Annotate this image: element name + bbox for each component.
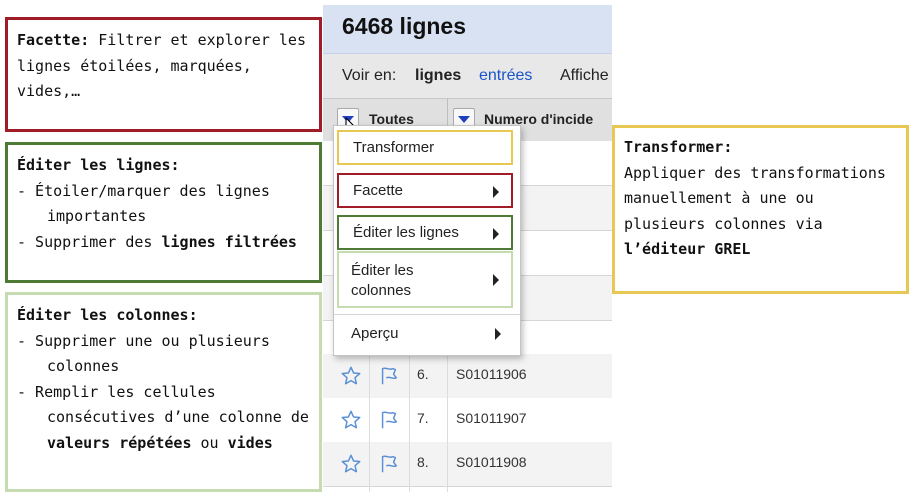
view-mode-bar: Voir en: lignes entrées Affiche [323,54,612,98]
callout-edit-rows-title: Éditer les lignes: [17,156,180,174]
callout-edit-columns-title: Éditer les colonnes: [17,306,198,324]
menu-item-edit-columns-line2: colonnes [351,282,412,299]
view-mode-records-link[interactable]: entrées [479,67,532,85]
row-count-title: 6468 lignes [342,13,467,39]
callout-facet-title: Facette: [17,31,90,49]
callout-facet: Facette: Filtrer et explorer les lignes … [5,17,322,132]
callout-edit-rows-bullet1: - Étoiler/marquer des lignes importantes [17,181,270,226]
menu-item-edit-columns-line1: Éditer les [351,262,414,279]
menu-item-edit-rows[interactable]: Éditer les lignes [337,215,513,250]
table-row: 7. S01011907 [323,398,612,443]
row-id-cell: S01011908 [456,454,527,470]
submenu-arrow-icon [493,274,499,286]
flag-icon[interactable] [378,453,400,475]
menu-item-transform-label: Transformer [353,139,435,156]
show-label: Affiche [560,67,609,84]
star-icon[interactable] [340,365,362,387]
menu-item-preview[interactable]: Aperçu [337,319,513,349]
callout-edit-rows: Éditer les lignes: - Étoiler/marquer des… [5,142,322,283]
callout-edit-columns-bullet2: - Remplir les cellules consécutives d’un… [17,380,309,457]
table-row: 8. S01011908 [323,442,612,487]
menu-item-transform[interactable]: Transformer [337,130,513,165]
menu-item-edit-rows-label: Éditer les lignes [353,224,459,241]
callout-edit-rows-bullet2-text: - Supprimer des [17,232,162,251]
callout-edit-columns-bold-empty: vides [227,433,273,452]
callout-edit-rows-bullet2: - Supprimer des lignes filtrées [17,230,309,256]
table-row: 6. S01011906 [323,354,612,399]
menu-item-facet[interactable]: Facette [337,173,513,208]
submenu-arrow-icon [493,228,499,240]
star-icon[interactable] [340,453,362,475]
row-id-cell: S01011906 [456,366,527,382]
callout-edit-columns-bullet2-text: - Remplir les cellules consécutives d’un… [17,382,309,427]
menu-divider [334,314,520,315]
submenu-arrow-icon [495,328,501,340]
submenu-arrow-icon [493,186,499,198]
callout-transform: Transformer: Appliquer des transformatio… [612,125,909,294]
row-number: 8. [417,454,429,470]
flag-icon[interactable] [378,365,400,387]
row-id-cell: S01011907 [456,410,527,426]
callout-edit-columns: Éditer les colonnes: - Supprimer une ou … [5,292,322,492]
menu-item-facet-label: Facette [353,182,404,199]
menu-item-edit-columns[interactable]: Éditer les colonnes [337,251,513,308]
callout-transform-text: Appliquer des transformations manuelleme… [624,163,886,233]
menu-item-preview-label: Aperçu [351,325,399,342]
callout-transform-bold: l’éditeur GREL [624,240,751,258]
view-mode-rows[interactable]: lignes [415,67,461,85]
menu-item-edit-columns-label: Éditer les colonnes [351,261,461,301]
row-number: 7. [417,410,429,426]
flag-icon[interactable] [378,409,400,431]
grid-header: 6468 lignes [323,5,612,54]
callout-transform-title: Transformer: [624,138,733,156]
callout-edit-columns-bullet1: - Supprimer une ou plusieurs colonnes [17,331,270,376]
column-dropdown-menu: Transformer Facette Éditer les lignes Éd… [333,125,521,356]
view-mode-label: Voir en: [342,67,397,84]
callout-edit-rows-bullet2-bold: lignes filtrées [161,232,297,251]
row-number: 6. [417,366,429,382]
callout-edit-columns-bold-repeated: valeurs répétées [47,433,192,452]
callout-edit-columns-mid: ou [191,433,228,452]
star-icon[interactable] [340,409,362,431]
